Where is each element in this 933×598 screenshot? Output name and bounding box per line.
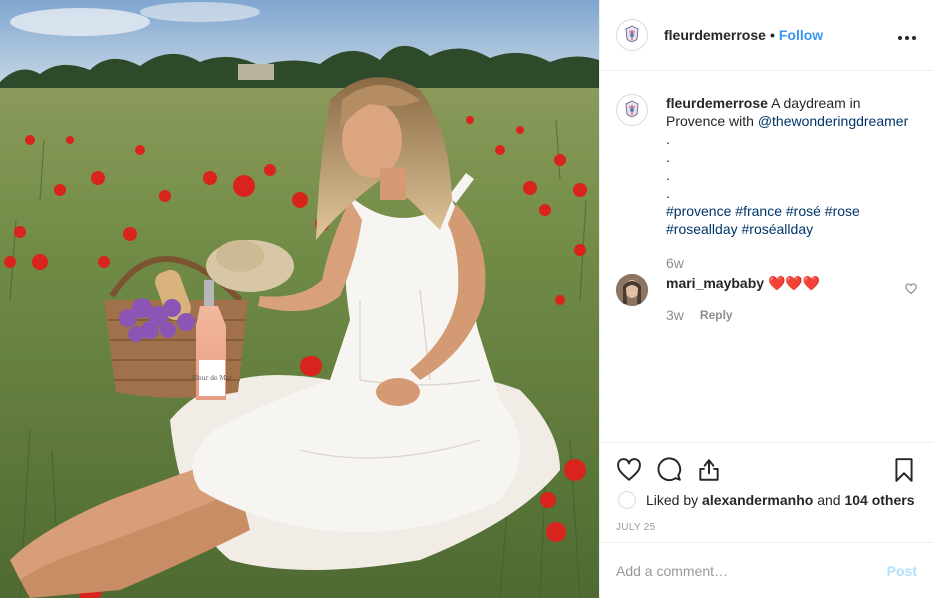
post-header: fleurdemerrose • Follow <box>600 0 933 71</box>
caption-dots: . . . . <box>666 130 917 202</box>
caption-username[interactable]: fleurdemerrose <box>666 95 768 111</box>
caption-mention[interactable]: @thewonderingdreamer <box>758 113 908 129</box>
crest-logo-icon <box>625 25 639 42</box>
hashtag-link[interactable]: #roséallday <box>742 221 814 237</box>
bookmark-icon[interactable] <box>891 457 917 483</box>
hashtag-link[interactable]: #rosé <box>786 203 821 219</box>
comment-heart-icon[interactable] <box>905 282 917 298</box>
heart-icon[interactable] <box>616 457 642 483</box>
reply-button[interactable]: Reply <box>700 306 733 324</box>
caption-meta: 6w <box>666 254 917 272</box>
ellipsis-icon[interactable] <box>897 26 917 44</box>
caption-dot: . <box>666 185 670 201</box>
follow-button[interactable]: Follow <box>779 27 823 43</box>
post-button[interactable]: Post <box>887 563 917 579</box>
post-side-panel: fleurdemerrose • Follow fleurdemerrose A… <box>599 0 933 598</box>
post-date[interactable]: JULY 25 <box>616 522 917 533</box>
caption-dot: . <box>666 167 670 183</box>
add-comment-bar: Post <box>600 542 933 598</box>
author-username[interactable]: fleurdemerrose <box>664 27 766 43</box>
hashtag-link[interactable]: #roseallday <box>666 221 738 237</box>
comment-meta: 3w Reply <box>666 306 896 324</box>
caption-body: fleurdemerrose A daydream in Provence wi… <box>666 94 917 272</box>
comment-input[interactable] <box>616 562 887 579</box>
action-bar: Liked by alexandermanho and 104 others J… <box>600 442 933 542</box>
hashtag-link[interactable]: #rose <box>825 203 860 219</box>
caption-dot: . <box>666 149 670 165</box>
caption-time[interactable]: 6w <box>666 254 684 272</box>
post-photo[interactable]: Fleur de Mer <box>0 0 599 598</box>
instagram-post: Fleur de Mer fleurdemerrose • Follow fle… <box>0 0 933 598</box>
header-separator: • <box>769 27 775 43</box>
post-photo-illustration: Fleur de Mer <box>0 0 599 598</box>
likes-summary: Liked by alexandermanho and 104 others <box>616 491 917 509</box>
author-avatar[interactable] <box>616 19 648 51</box>
crest-logo-icon <box>625 100 639 117</box>
likes-prefix: Liked by <box>646 492 699 508</box>
hashtag-link[interactable]: #provence <box>666 203 731 219</box>
share-icon[interactable] <box>696 457 722 483</box>
commenter-photo <box>616 274 648 306</box>
commenter-username[interactable]: mari_maybaby <box>666 275 764 291</box>
liker-username[interactable]: alexandermanho <box>702 492 813 508</box>
caption-hashtags: #provence #france #rosé #rose #roseallda… <box>666 202 917 238</box>
caption: fleurdemerrose A daydream in Provence wi… <box>616 94 917 272</box>
likes-others-link[interactable]: 104 others <box>844 492 914 508</box>
comment-icon[interactable] <box>656 457 682 483</box>
comments-section: fleurdemerrose A daydream in Provence wi… <box>600 71 933 442</box>
commenter-avatar[interactable] <box>616 274 648 306</box>
hashtag-link[interactable]: #france <box>735 203 782 219</box>
caption-dot: . <box>666 131 670 147</box>
comment-time[interactable]: 3w <box>666 306 684 324</box>
comment-text: ❤️❤️❤️ <box>767 275 821 291</box>
comment-body: mari_maybaby ❤️❤️❤️ 3w Reply <box>666 274 896 324</box>
likes-middle: and <box>817 492 841 508</box>
bottle-label: Fleur de Mer <box>192 375 232 382</box>
liker-avatar[interactable] <box>618 491 636 509</box>
comment-item: mari_maybaby ❤️❤️❤️ 3w Reply <box>616 274 917 324</box>
action-icons <box>616 443 917 493</box>
caption-avatar[interactable] <box>616 94 648 126</box>
